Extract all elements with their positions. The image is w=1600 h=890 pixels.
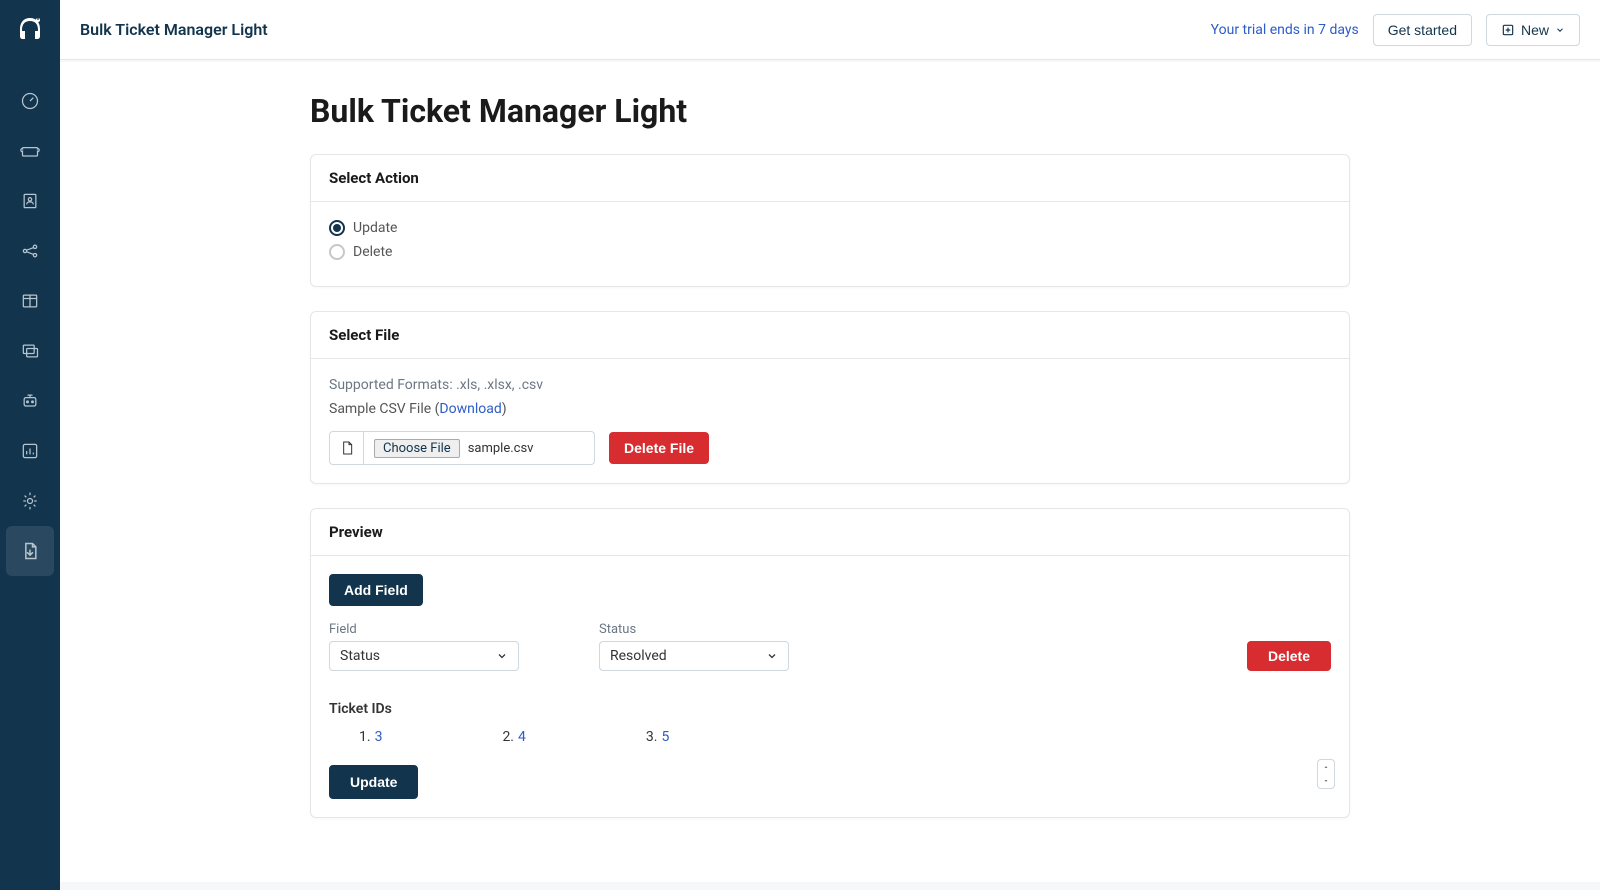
ticket-item: 3.5 <box>646 729 669 745</box>
sidebar <box>0 0 60 890</box>
ticket-ids-label: Ticket IDs <box>329 701 1331 717</box>
new-button[interactable]: New <box>1486 14 1580 46</box>
new-button-label: New <box>1521 22 1549 38</box>
select-file-title: Select File <box>311 312 1349 359</box>
field-label: Field <box>329 622 519 637</box>
topbar-title: Bulk Ticket Manager Light <box>80 20 268 39</box>
chevron-down-icon <box>766 650 778 662</box>
radio-delete-label: Delete <box>353 244 392 260</box>
chevron-up-icon <box>1321 764 1331 770</box>
nav-contacts[interactable] <box>0 176 60 226</box>
status-select-value: Resolved <box>610 648 667 664</box>
scroll-stepper[interactable] <box>1317 759 1335 789</box>
app-logo[interactable] <box>0 0 60 60</box>
ticket-ids-list: 1.3 2.4 3.5 <box>329 729 1331 745</box>
preview-card: Preview Add Field Field Status <box>310 508 1350 818</box>
ticket-link[interactable]: 5 <box>661 729 669 745</box>
plus-icon <box>1501 23 1515 37</box>
radio-delete[interactable]: Delete <box>329 244 1331 260</box>
chevron-down-icon <box>1321 778 1331 784</box>
chevron-down-icon <box>1555 25 1565 35</box>
delete-file-button[interactable]: Delete File <box>609 432 709 464</box>
nav-analytics[interactable] <box>0 426 60 476</box>
nav-social[interactable] <box>0 226 60 276</box>
nav-forums[interactable] <box>0 326 60 376</box>
trial-notice[interactable]: Your trial ends in 7 days <box>1211 22 1359 38</box>
update-button[interactable]: Update <box>329 765 418 799</box>
add-field-button[interactable]: Add Field <box>329 574 423 606</box>
filename: sample.csv <box>468 441 534 456</box>
page-heading: Bulk Ticket Manager Light <box>290 92 1370 130</box>
preview-title: Preview <box>311 509 1349 556</box>
select-action-card: Select Action Update Delete <box>310 154 1350 287</box>
radio-update-label: Update <box>353 220 397 236</box>
supported-formats: Supported Formats: .xls, .xlsx, .csv <box>329 377 1331 393</box>
nav-tickets[interactable] <box>0 126 60 176</box>
nav-apps[interactable] <box>6 526 54 576</box>
field-select[interactable]: Status <box>329 641 519 671</box>
download-link[interactable]: Download <box>439 401 501 417</box>
choose-file-button[interactable]: Choose File <box>374 439 460 458</box>
status-label: Status <box>599 622 789 637</box>
sample-csv-row: Sample CSV File (Download) <box>329 401 1331 417</box>
field-group: Field Status <box>329 622 519 671</box>
field-select-value: Status <box>340 648 380 664</box>
topbar: Bulk Ticket Manager Light Your trial end… <box>60 0 1600 60</box>
nav-solutions[interactable] <box>0 276 60 326</box>
nav-admin[interactable] <box>0 476 60 526</box>
nav-automation[interactable] <box>0 376 60 426</box>
radio-update[interactable]: Update <box>329 220 1331 236</box>
status-select[interactable]: Resolved <box>599 641 789 671</box>
chevron-down-icon <box>496 650 508 662</box>
ticket-item: 2.4 <box>502 729 525 745</box>
status-group: Status Resolved <box>599 622 789 671</box>
select-action-title: Select Action <box>311 155 1349 202</box>
ticket-link[interactable]: 4 <box>518 729 526 745</box>
get-started-button[interactable]: Get started <box>1373 14 1472 46</box>
delete-field-button[interactable]: Delete <box>1247 641 1331 671</box>
ticket-item: 1.3 <box>359 729 382 745</box>
select-file-card: Select File Supported Formats: .xls, .xl… <box>310 311 1350 484</box>
file-icon <box>330 431 364 465</box>
radio-update-input[interactable] <box>329 220 345 236</box>
ticket-link[interactable]: 3 <box>375 729 383 745</box>
file-input[interactable]: Choose File sample.csv <box>329 431 595 465</box>
nav-dashboard[interactable] <box>0 76 60 126</box>
radio-delete-input[interactable] <box>329 244 345 260</box>
